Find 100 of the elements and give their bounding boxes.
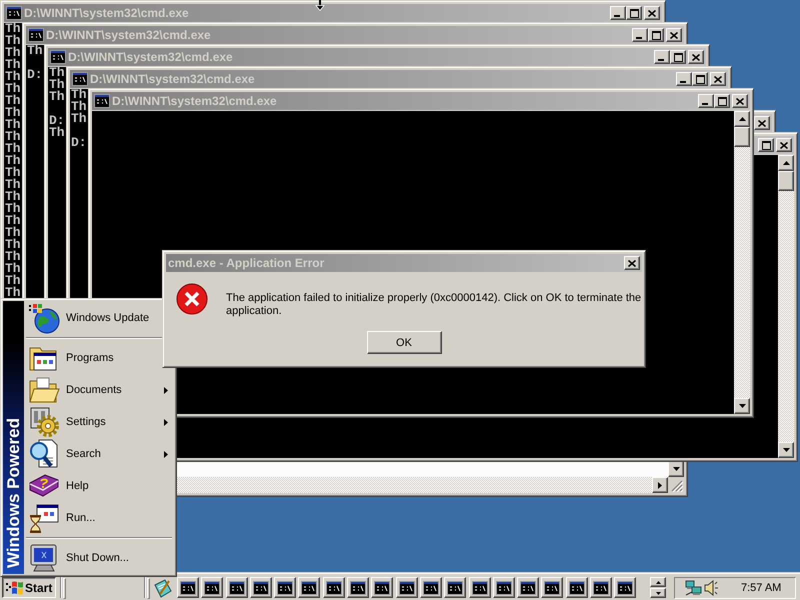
taskbar-window-button[interactable] xyxy=(541,577,564,598)
console-icon xyxy=(568,580,585,594)
minimize-icon xyxy=(636,37,642,39)
console-line: Th xyxy=(5,275,21,287)
scroll-up-button[interactable] xyxy=(650,577,666,587)
maximize-icon xyxy=(630,8,638,18)
minimize-icon xyxy=(658,59,664,61)
start-menu-item[interactable]: Documents xyxy=(24,374,174,406)
taskbar-window-button[interactable] xyxy=(177,577,199,598)
taskbar-window-button[interactable] xyxy=(371,577,394,598)
maximize-button[interactable] xyxy=(648,28,664,42)
console-icon xyxy=(447,580,464,594)
console-icon xyxy=(6,6,22,20)
taskbar-window-button[interactable] xyxy=(444,577,466,598)
console-line: Th xyxy=(5,83,21,95)
scroll-down-button[interactable] xyxy=(778,442,794,458)
close-button[interactable] xyxy=(644,6,660,20)
console-icon xyxy=(277,580,294,594)
start-menu-item[interactable]: Run... xyxy=(24,502,174,534)
maximize-button[interactable] xyxy=(758,138,774,152)
close-icon xyxy=(714,76,722,82)
maximize-button[interactable] xyxy=(714,94,730,108)
taskbar-window-button[interactable] xyxy=(226,577,248,598)
taskbar-window-button[interactable] xyxy=(322,577,345,598)
taskbar-window-button[interactable] xyxy=(468,577,491,598)
minimize-button[interactable] xyxy=(676,72,692,86)
start-menu-item[interactable]: Settings xyxy=(24,406,174,438)
speaker-icon[interactable] xyxy=(704,580,718,596)
taskbar-window-button[interactable] xyxy=(250,577,272,598)
taskbar-window-button[interactable] xyxy=(420,577,442,598)
close-icon xyxy=(692,54,700,60)
minimize-icon xyxy=(702,103,708,105)
resize-grip-icon[interactable] xyxy=(671,480,683,492)
console-line: Th xyxy=(5,47,21,59)
network-icon[interactable] xyxy=(685,580,702,596)
taskbar-window-button[interactable] xyxy=(566,577,588,598)
scroll-thumb[interactable] xyxy=(734,127,750,147)
console-line: Th xyxy=(5,131,21,143)
minimize-button[interactable] xyxy=(610,6,626,20)
console-line: Th xyxy=(27,45,43,57)
scroll-up-button[interactable] xyxy=(734,111,750,127)
scroll-right-button[interactable] xyxy=(652,477,668,493)
ok-button[interactable]: OK xyxy=(366,331,442,354)
taskbar-window-button[interactable] xyxy=(274,577,296,598)
vertical-scrollbar[interactable] xyxy=(778,155,794,458)
start-menu-item[interactable]: Search xyxy=(24,438,174,470)
minimize-button[interactable] xyxy=(632,28,648,42)
minimize-button[interactable] xyxy=(654,50,670,64)
close-icon xyxy=(670,32,678,38)
taskbar-window-button[interactable] xyxy=(298,577,320,598)
scroll-down-button[interactable] xyxy=(650,588,666,598)
scroll-down-button[interactable] xyxy=(668,461,684,477)
close-button[interactable] xyxy=(776,138,792,152)
window-title: D:\WINNT\system32\cmd.exe xyxy=(24,6,189,20)
start-menu-item[interactable]: Help xyxy=(24,470,174,502)
console-icon xyxy=(617,580,634,594)
console-line: Th xyxy=(5,35,21,47)
console-icon xyxy=(50,50,66,64)
maximize-button[interactable] xyxy=(692,72,708,86)
pencil-pad-icon[interactable] xyxy=(154,578,172,598)
scroll-up-button[interactable] xyxy=(778,155,794,171)
console-line: Th xyxy=(5,107,21,119)
console-icon xyxy=(326,580,342,594)
maximize-button[interactable] xyxy=(626,6,642,20)
vertical-scrollbar[interactable] xyxy=(734,111,750,414)
close-icon xyxy=(758,120,766,126)
close-button[interactable] xyxy=(624,256,640,270)
console-line: Th xyxy=(71,113,87,125)
maximize-button[interactable] xyxy=(670,50,686,64)
console-icon xyxy=(520,580,536,594)
console-line: Th xyxy=(49,91,65,103)
console-line: Th xyxy=(5,287,21,299)
console-line: Th xyxy=(71,101,87,113)
gear-icon xyxy=(28,406,60,438)
start-menu-item[interactable]: Shut Down... xyxy=(24,542,174,574)
console-icon xyxy=(398,580,415,594)
minimize-button[interactable] xyxy=(698,94,714,108)
taskbar-window-button[interactable] xyxy=(492,577,515,598)
close-button[interactable] xyxy=(688,50,704,64)
close-button[interactable] xyxy=(666,28,682,42)
taskbar-window-button[interactable] xyxy=(201,577,224,598)
taskbar-window-button[interactable] xyxy=(396,577,418,598)
scroll-thumb[interactable] xyxy=(778,171,794,191)
console-line: Th xyxy=(5,143,21,155)
close-icon xyxy=(780,142,788,148)
taskbar-window-button[interactable] xyxy=(347,577,370,598)
triangle-down-icon xyxy=(782,448,790,452)
scroll-down-button[interactable] xyxy=(734,398,750,414)
close-button[interactable] xyxy=(732,94,748,108)
taskbar-window-button[interactable] xyxy=(517,577,540,598)
close-button[interactable] xyxy=(754,116,770,130)
console-line: Th xyxy=(71,89,87,101)
start-button[interactable]: Start xyxy=(2,577,56,598)
close-button[interactable] xyxy=(710,72,726,86)
console-icon xyxy=(496,580,512,594)
resize-cursor-icon xyxy=(315,0,325,11)
taskbar-window-button[interactable] xyxy=(590,577,612,598)
triangle-right-icon xyxy=(658,482,662,488)
taskbar-window-button[interactable] xyxy=(614,577,636,598)
console-line: Th xyxy=(5,263,21,275)
